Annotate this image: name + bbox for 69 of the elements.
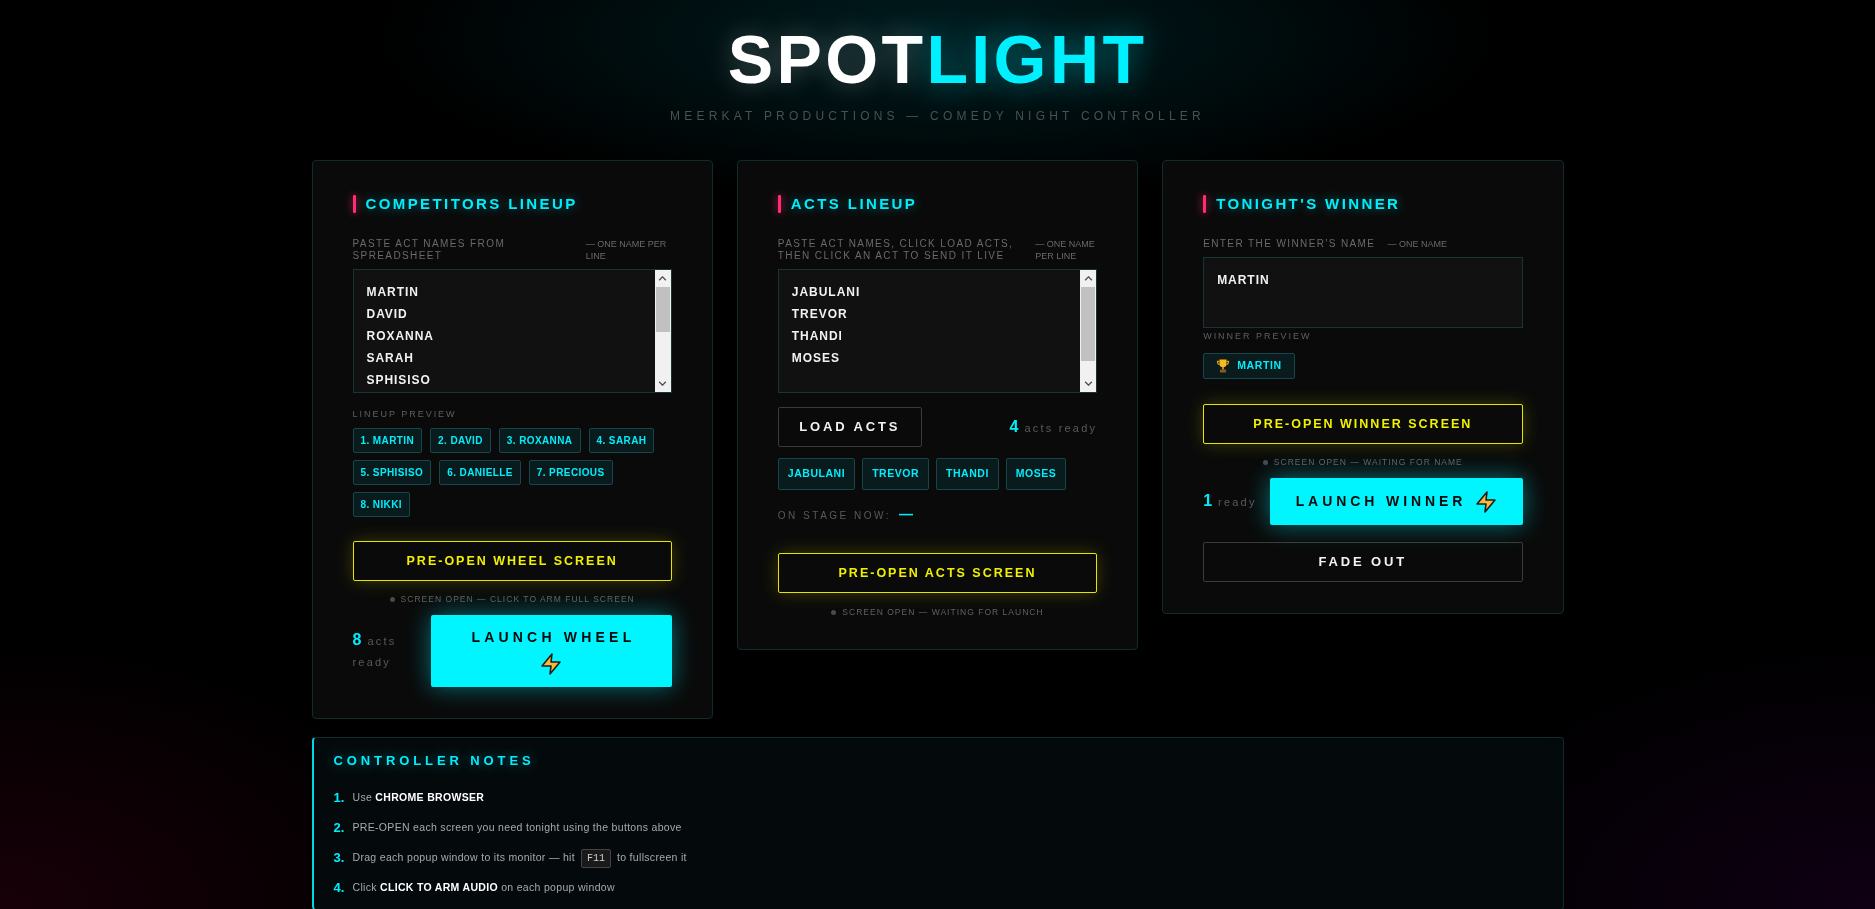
field-hint: — ONE NAME (1387, 238, 1447, 250)
status-text: SCREEN OPEN — WAITING FOR NAME (1273, 456, 1463, 468)
winner-preview-name: MARTIN (1237, 358, 1282, 374)
winner-name-input[interactable]: MARTIN (1203, 257, 1523, 328)
launch-winner-button[interactable]: LAUNCH WINNER (1269, 478, 1523, 525)
note-text: Use CHROME BROWSER (352, 790, 485, 806)
preview-label: LINEUP PREVIEW (352, 409, 458, 419)
note-text: Drag each popup window to its monitor — hit (352, 850, 575, 866)
ready-count: 1 ready (1203, 491, 1257, 511)
accent-bar-icon (352, 195, 356, 213)
section-title: ACTS LINEUP (790, 195, 918, 213)
lineup-tag: 3. ROXANNA (498, 428, 581, 453)
notes-title: CONTROLLER NOTES (333, 753, 536, 769)
lineup-tag: 6. DANIELLE (439, 460, 521, 485)
scrollbar-thumb[interactable] (1081, 287, 1096, 361)
names-textarea[interactable]: JABULANI TREVOR THANDI MOSES (777, 269, 1098, 393)
scroll-down-icon[interactable] (1083, 381, 1093, 386)
scrollbar[interactable] (654, 270, 671, 392)
act-button[interactable]: MOSES (1005, 458, 1067, 490)
section-title: COMPETITORS LINEUP (365, 195, 578, 213)
accent-bar-icon (1203, 195, 1207, 213)
app-title: SPOTLIGHT (727, 25, 1148, 93)
app-subtitle: MEERKAT PRODUCTIONS — COMEDY NIGHT CONTROLLER (670, 108, 1205, 124)
lineup-tag: 2. DAVID (430, 428, 491, 453)
launch-wheel-button[interactable]: LAUNCH WHEEL (430, 615, 672, 687)
ready-count: 8 acts ready (352, 630, 398, 670)
on-stage-label: ON STAGE NOW: (777, 510, 892, 522)
note-text: Click CLICK TO ARM AUDIO on each popup window (352, 880, 615, 896)
on-stage-value: — (899, 506, 914, 521)
load-acts-button[interactable]: LOAD ACTS (777, 407, 922, 447)
field-label: PASTE ACT NAMES FROM SPREADSHEET (352, 238, 507, 262)
lineup-tag: 7. PRECIOUS (528, 460, 613, 485)
status-text: SCREEN OPEN — WAITING FOR LAUNCH (842, 606, 1044, 618)
scroll-down-icon[interactable] (658, 381, 668, 386)
trophy-icon (1216, 359, 1231, 373)
act-button[interactable]: JABULANI (777, 458, 856, 490)
note-number: 2. (333, 819, 346, 838)
ready-count: 4 acts ready (1009, 416, 1098, 437)
field-label: ENTER THE WINNER'S NAME (1203, 238, 1376, 250)
lineup-tag: 4. SARAH (588, 428, 655, 453)
lineup-tag: 5. SPHISISO (352, 460, 432, 485)
note-number: 3. (333, 849, 346, 868)
act-button[interactable]: THANDI (936, 458, 999, 490)
lineup-tag: 8. NIKKI (352, 492, 411, 517)
note-text: PRE-OPEN each screen you need tonight using the buttons above (352, 820, 682, 836)
section-title: TONIGHT'S WINNER (1216, 195, 1401, 213)
preopen-screen-button[interactable]: PRE-OPEN WHEEL SCREEN (352, 541, 672, 581)
preview-label: WINNER PREVIEW (1203, 331, 1313, 341)
act-button[interactable]: TREVOR (862, 458, 930, 490)
scroll-up-icon[interactable] (658, 276, 668, 281)
scrollbar[interactable] (1080, 270, 1097, 392)
lightning-icon (541, 653, 562, 675)
fade-out-button[interactable]: FADE OUT (1203, 542, 1523, 582)
lightning-icon (1476, 490, 1497, 513)
note-number: 1. (333, 789, 346, 808)
field-hint: — ONE NAME PER LINE (1035, 238, 1096, 262)
scrollbar-thumb[interactable] (655, 287, 670, 332)
note-number: 4. (333, 879, 346, 898)
names-textarea[interactable]: MARTIN DAVID ROXANNA SARAH SPHISISO (352, 269, 672, 393)
lineup-tag: 1. MARTIN (352, 428, 423, 453)
preopen-screen-button[interactable]: PRE-OPEN ACTS SCREEN (777, 553, 1098, 593)
scroll-up-icon[interactable] (1083, 276, 1093, 281)
preopen-screen-button[interactable]: PRE-OPEN WINNER SCREEN (1203, 404, 1523, 444)
field-hint: — ONE NAME PER LINE (585, 238, 668, 262)
field-label: PASTE ACT NAMES, CLICK LOAD ACTS, THEN CLICK AN ACT TO SEND IT LIVE (777, 238, 1015, 262)
note-text: to fullscreen it (617, 850, 687, 866)
status-text: SCREEN OPEN — CLICK TO ARM FULL SCREEN (400, 593, 635, 605)
key-label: F11 (581, 848, 611, 868)
accent-bar-icon (777, 195, 781, 213)
